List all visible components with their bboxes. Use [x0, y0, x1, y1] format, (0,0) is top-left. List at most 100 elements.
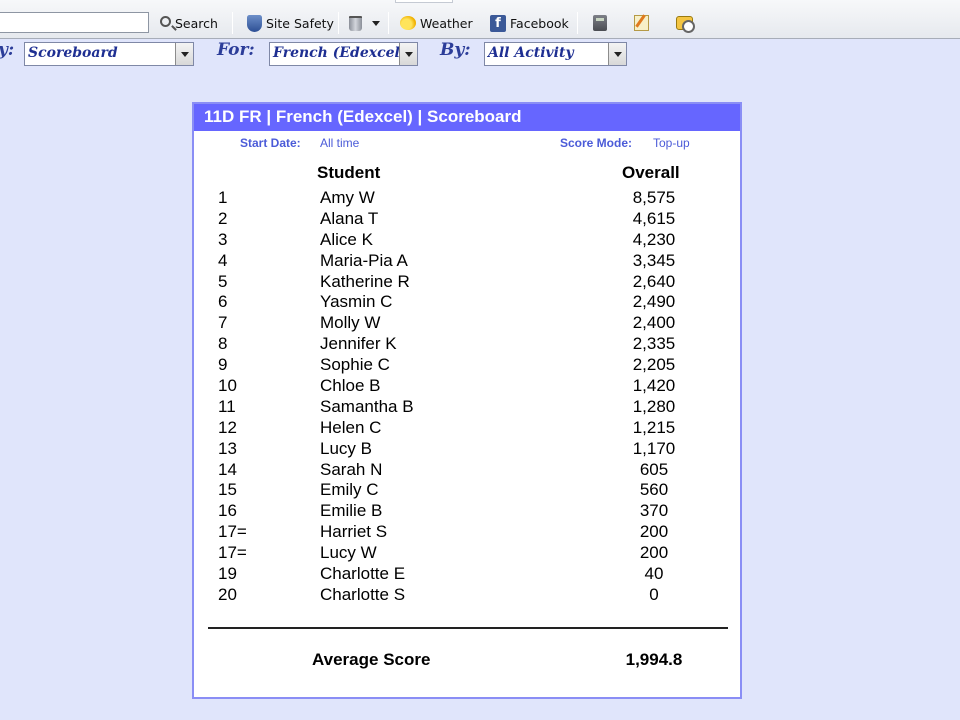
facebook-button[interactable]: f Facebook [490, 12, 569, 34]
student-score: 2,400 [632, 313, 676, 333]
row-rank: 16 [218, 501, 237, 521]
student-name: Charlotte S [320, 584, 406, 604]
toolbar-separator [388, 12, 389, 34]
student-name: Harriet S [320, 522, 388, 542]
student-name: Samantha B [320, 396, 414, 416]
student-name: Sarah N [320, 459, 383, 479]
table-row: 17= Lucy W 200 [194, 543, 740, 564]
chevron-down-icon [372, 20, 380, 26]
student-score: 4,230 [632, 229, 676, 249]
table-row: 12 Helen C 1,215 [194, 418, 740, 439]
table-row: 5 Katherine R 2,640 [194, 272, 740, 293]
view-select-value: Scoreboard [28, 45, 118, 61]
student-score: 2,490 [632, 292, 676, 312]
view-label: y: [0, 40, 15, 60]
student-name: Alana T [320, 208, 379, 228]
chat-icon [676, 16, 695, 33]
notepad-icon [634, 15, 649, 31]
score-mode-label: Score Mode: [560, 136, 633, 150]
search-label: Search [175, 15, 218, 31]
by-select-value: All Activity [488, 45, 574, 61]
trash-icon [349, 15, 362, 31]
table-row: 6 Yasmin C 2,490 [194, 292, 740, 313]
scoreboard-card: 11D FR | French (Edexcel) | Scoreboard S… [192, 102, 742, 699]
student-score: 0 [649, 584, 659, 604]
table-divider [208, 627, 728, 629]
student-score: 40 [644, 564, 664, 584]
student-score: 1,170 [632, 438, 676, 458]
calculator-icon [593, 15, 607, 31]
row-rank: 17= [218, 522, 247, 542]
student-score: 1,280 [632, 396, 676, 416]
row-rank: 10 [218, 376, 237, 396]
chevron-down-icon[interactable] [608, 43, 626, 65]
row-rank: 12 [218, 417, 237, 437]
toolbar-search-input[interactable] [0, 12, 149, 33]
table-row: 8 Jennifer K 2,335 [194, 334, 740, 355]
table-row: 4 Maria-Pia A 3,345 [194, 251, 740, 272]
for-select-value: French (Edexcel) [273, 45, 407, 61]
average-score-label: Average Score [312, 650, 431, 669]
site-safety-button[interactable]: Site Safety [247, 12, 334, 34]
facebook-icon: f [490, 14, 506, 32]
calculator-button[interactable] [593, 12, 611, 34]
table-row: 1 Amy W 8,575 [194, 188, 740, 209]
facebook-label: Facebook [510, 15, 569, 31]
student-name: Emilie B [320, 501, 383, 521]
by-label: By: [440, 40, 471, 60]
student-score: 560 [639, 480, 669, 500]
row-rank: 7 [218, 313, 228, 333]
row-rank: 14 [218, 459, 237, 479]
row-rank: 5 [218, 271, 228, 291]
for-select[interactable]: French (Edexcel) [269, 42, 418, 66]
chevron-down-icon[interactable] [175, 43, 193, 65]
overall-column-header: Overall [622, 163, 680, 182]
student-name: Amy W [320, 188, 375, 207]
browser-toolbar: Search Site Safety Weather f Facebook [0, 0, 960, 39]
row-rank: 17= [218, 543, 247, 563]
student-score: 8,575 [632, 188, 676, 207]
weather-icon [400, 16, 416, 30]
student-score: 200 [639, 522, 669, 542]
table-row: 17= Harriet S 200 [194, 522, 740, 543]
table-row: 9 Sophie C 2,205 [194, 355, 740, 376]
row-rank: 9 [218, 355, 228, 375]
messenger-button[interactable] [676, 12, 697, 34]
chevron-down-icon[interactable] [399, 43, 417, 65]
student-name: Helen C [320, 417, 382, 437]
toolbar-separator [577, 12, 578, 34]
student-score: 4,615 [632, 208, 676, 228]
by-select[interactable]: All Activity [484, 42, 627, 66]
table-row: 3 Alice K 4,230 [194, 230, 740, 251]
weather-label: Weather [420, 15, 473, 31]
row-rank: 2 [218, 208, 228, 228]
student-name: Jennifer K [320, 334, 397, 354]
toolbar-tab-edge [395, 0, 453, 3]
search-icon [160, 16, 171, 27]
row-rank: 11 [218, 396, 236, 416]
student-score: 200 [639, 543, 669, 563]
toolbar-separator [338, 12, 339, 34]
trash-dropdown-button[interactable] [349, 12, 380, 34]
view-select[interactable]: Scoreboard [24, 42, 194, 66]
weather-button[interactable]: Weather [400, 12, 473, 34]
row-rank: 15 [218, 480, 237, 500]
row-rank: 1 [218, 188, 228, 207]
student-score: 605 [639, 459, 669, 479]
row-rank: 19 [218, 564, 237, 584]
student-score: 2,335 [632, 334, 676, 354]
student-name: Alice K [320, 229, 373, 249]
row-rank: 8 [218, 334, 228, 354]
student-score: 370 [639, 501, 669, 521]
student-score: 1,420 [632, 376, 676, 396]
student-score: 1,215 [632, 417, 676, 437]
score-mode-value: Top-up [653, 136, 690, 150]
table-row: 13 Lucy B 1,170 [194, 439, 740, 460]
table-row: 15 Emily C 560 [194, 480, 740, 501]
search-button[interactable]: Search [160, 12, 218, 34]
notepad-button[interactable] [634, 12, 653, 34]
student-name: Lucy W [320, 543, 377, 563]
average-score-value: 1,994.8 [625, 650, 683, 669]
site-safety-label: Site Safety [266, 15, 334, 31]
student-name: Sophie C [320, 355, 390, 375]
